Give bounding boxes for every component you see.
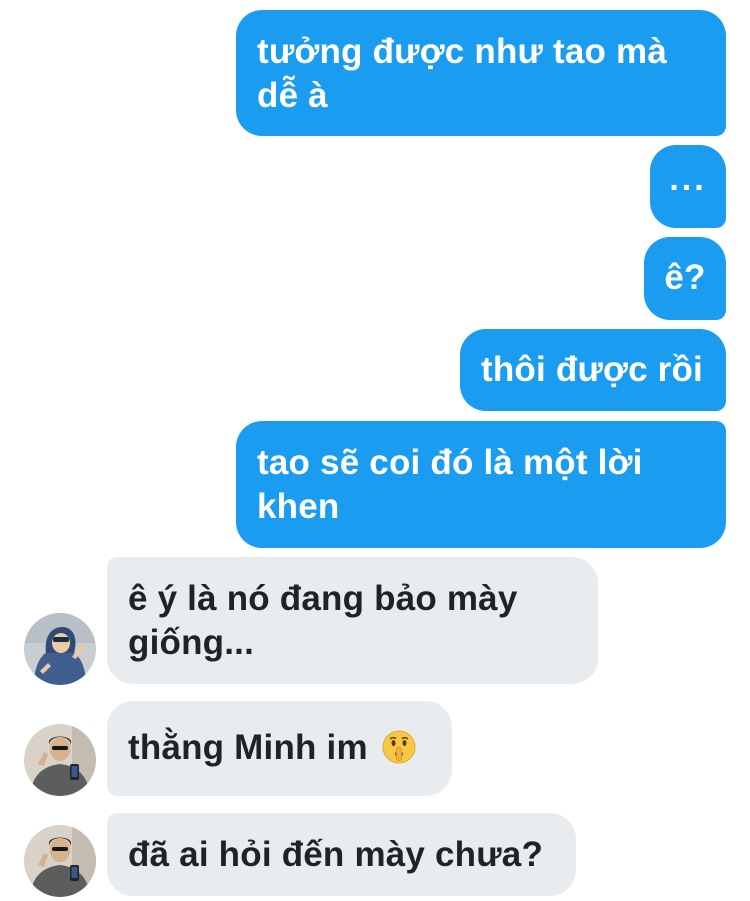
message-text-line: dễ à xyxy=(257,76,328,115)
message-bubble-outgoing[interactable]: tao sẽ coi đó là một lời khen xyxy=(236,421,726,548)
avatar-blue-hoodie[interactable] xyxy=(24,613,96,685)
avatar-image xyxy=(24,724,96,796)
message-bubble-incoming[interactable]: thằng Minh im xyxy=(107,701,452,796)
message-bubble-outgoing[interactable]: tưởng được như tao mà dễ à xyxy=(236,10,726,136)
message-text-line: tao sẽ coi đó là một lời xyxy=(257,443,643,482)
avatar-grey-jacket[interactable] xyxy=(24,825,96,897)
message-text-line: giống... xyxy=(128,623,255,662)
avatar-image xyxy=(24,613,96,685)
message-bubble-incoming[interactable]: ê ý là nó đang bảo mày giống... xyxy=(107,557,598,684)
message-bubble-outgoing[interactable]: ... xyxy=(650,145,726,228)
message-bubble-outgoing[interactable]: thôi được rồi xyxy=(460,329,726,411)
message-text: đã ai hỏi đến mày chưa? xyxy=(128,835,544,874)
shushing-face-emoji xyxy=(382,730,416,764)
message-text-line: khen xyxy=(257,487,340,526)
message-text: ê? xyxy=(664,258,706,297)
message-bubble-outgoing[interactable]: ê? xyxy=(644,237,726,320)
message-text-line: tưởng được như tao mà xyxy=(257,32,667,71)
message-text: thằng Minh im xyxy=(128,728,368,767)
message-text-line: ê ý là nó đang bảo mày xyxy=(128,579,518,618)
message-text: ... xyxy=(669,160,707,198)
avatar-grey-jacket[interactable] xyxy=(24,724,96,796)
message-text: thôi được rồi xyxy=(481,350,703,389)
message-bubble-incoming[interactable]: đã ai hỏi đến mày chưa? xyxy=(107,813,576,896)
avatar-image xyxy=(24,825,96,897)
